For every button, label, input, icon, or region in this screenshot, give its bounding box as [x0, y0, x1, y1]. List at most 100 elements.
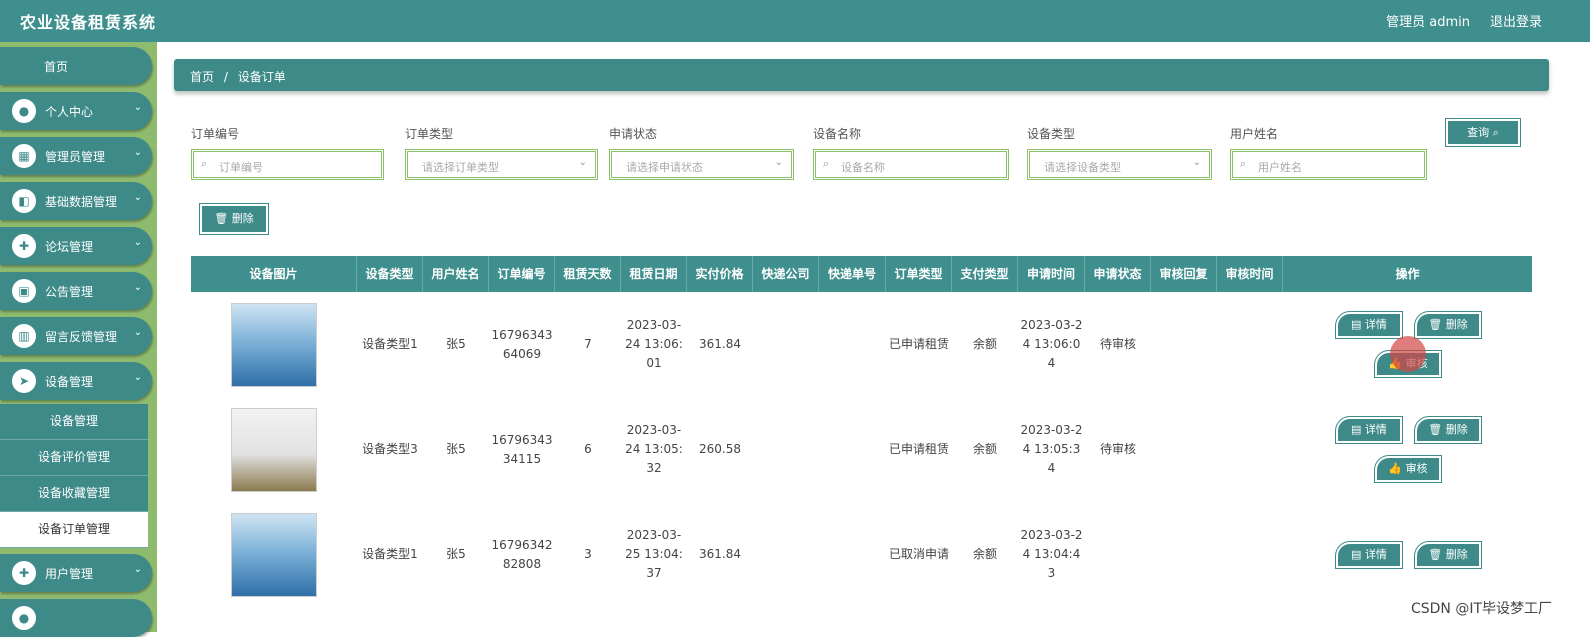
column-header: 订单类型 — [886, 256, 952, 292]
sidebar-item-admins[interactable]: ▦ 管理员管理 ⌄ — [0, 137, 152, 175]
sidebar-item-basic-data[interactable]: ◧ 基础数据管理 ⌄ — [0, 182, 152, 220]
sidebar-sub-item-favorites[interactable]: 设备收藏管理 — [0, 476, 148, 512]
cell-reply — [1151, 397, 1217, 502]
cell-order-no: 1679634364069 — [491, 327, 553, 361]
chevron-down-icon: ⌄ — [133, 372, 142, 383]
sidebar-item-feedback[interactable]: ▥ 留言反馈管理 ⌄ — [0, 317, 152, 355]
chevron-down-icon: ⌄ — [578, 157, 587, 168]
delete-button[interactable]: 🗑 删除 — [1414, 311, 1482, 339]
cell-express — [753, 397, 819, 502]
cell-user: 张5 — [446, 337, 466, 351]
column-header: 审核回复 — [1151, 256, 1217, 292]
equipment-type-select[interactable]: 请选择设备类型 ⌄ — [1027, 149, 1212, 180]
search-button[interactable]: 查询 ⌕ — [1445, 118, 1521, 147]
sidebar-sub-item-equipment[interactable]: 设备管理 — [0, 404, 148, 440]
cell-days: 7 — [584, 337, 592, 351]
chart-icon: ▥ — [12, 324, 36, 348]
cell-price: 361.84 — [699, 547, 741, 561]
detail-button[interactable]: ▤ 详情 — [1335, 541, 1403, 569]
order-type-select[interactable]: 请选择订单类型 ⌄ — [405, 149, 598, 180]
thumbs-up-icon: 👍 — [1388, 462, 1406, 475]
column-header: 申请状态 — [1085, 256, 1151, 292]
cell-reply — [1151, 502, 1217, 607]
sidebar-sub-item-reviews[interactable]: 设备评价管理 — [0, 440, 148, 476]
search-icon: ⌕ — [201, 157, 208, 170]
equipment-photo — [231, 512, 317, 597]
delete-button[interactable]: 🗑 删除 — [1414, 541, 1482, 569]
user-icon: ● — [12, 606, 36, 630]
document-icon: ▤ — [1351, 423, 1365, 436]
cell-order-type: 已申请租赁 — [888, 337, 949, 351]
breadcrumb-home[interactable]: 首页 — [190, 70, 214, 84]
column-header: 设备类型 — [357, 256, 423, 292]
cell-pay: 余额 — [972, 337, 997, 351]
cell-type: 设备类型1 — [362, 547, 418, 561]
sidebar-item-profile[interactable]: ● 个人中心 ⌄ — [0, 92, 152, 130]
user-name-input[interactable]: ⌕ 用户姓名 — [1230, 149, 1427, 180]
cell-express — [753, 292, 819, 397]
apply-status-select[interactable]: 请选择申请状态 ⌄ — [609, 149, 794, 180]
filter-label-apply-status: 申请状态 — [609, 127, 658, 141]
apps-icon: ✚ — [12, 561, 36, 585]
cell-review-time — [1217, 292, 1283, 397]
sidebar-sub-item-orders[interactable]: 设备订单管理 — [0, 512, 148, 548]
sidebar-item-home[interactable]: 首页 — [0, 47, 152, 85]
sidebar-item-label: 管理员管理 — [45, 150, 106, 164]
sidebar-item-label: 用户管理 — [45, 567, 94, 581]
sidebar-item-equipment[interactable]: ➤ 设备管理 ⌄ — [0, 362, 152, 400]
cell-user: 张5 — [446, 442, 466, 456]
cell-type: 设备类型1 — [362, 337, 418, 351]
trash-icon: 🗑 — [1428, 318, 1446, 331]
cell-status: 待审核 — [1099, 337, 1136, 351]
detail-button[interactable]: ▤ 详情 — [1335, 311, 1403, 339]
mouse-cursor-highlight — [1390, 336, 1426, 372]
trash-icon: 🗑 — [214, 212, 229, 225]
column-header: 实付价格 — [687, 256, 753, 292]
chevron-down-icon: ⌄ — [133, 192, 142, 203]
equipment-name-input[interactable]: ⌕ 设备名称 — [813, 149, 1009, 180]
cell-express-no — [819, 502, 886, 607]
equipment-photo — [231, 407, 317, 492]
sidebar-item-forum[interactable]: ✚ 论坛管理 ⌄ — [0, 227, 152, 265]
batch-delete-button[interactable]: 🗑 删除 — [199, 203, 269, 235]
grid-icon: ▦ — [12, 144, 36, 168]
logout-link[interactable]: 退出登录 — [1490, 11, 1542, 30]
user-icon: ● — [12, 99, 36, 123]
chevron-down-icon: ⌄ — [1192, 157, 1201, 168]
cell-price: 260.58 — [699, 442, 741, 456]
orders-table: 设备图片 设备类型 用户姓名 订单编号 租赁天数 租赁日期 实付价格 快递公司 … — [191, 256, 1532, 632]
sidebar-item-more[interactable]: ● — [0, 599, 152, 637]
cell-days: 6 — [584, 442, 592, 456]
column-header: 用户姓名 — [423, 256, 489, 292]
chevron-down-icon: ⌄ — [133, 282, 142, 293]
app-title: 农业设备租赁系统 — [20, 13, 157, 32]
sidebar-item-notice[interactable]: ▣ 公告管理 ⌄ — [0, 272, 152, 310]
column-header: 租赁日期 — [621, 256, 687, 292]
admin-label: 管理员 admin — [1386, 15, 1470, 30]
cell-review-time — [1217, 397, 1283, 502]
column-header: 审核时间 — [1217, 256, 1283, 292]
cell-status: 待审核 — [1099, 442, 1136, 456]
chevron-down-icon: ⌄ — [774, 157, 783, 168]
sidebar-item-label: 设备管理 — [45, 375, 94, 389]
breadcrumb: 首页 / 设备订单 — [174, 59, 1549, 91]
search-icon: ⌕ — [1240, 157, 1247, 170]
column-header: 快递公司 — [753, 256, 819, 292]
sidebar-item-label: 公告管理 — [45, 285, 94, 299]
chevron-down-icon: ⌄ — [133, 147, 142, 158]
sidebar-item-label: 论坛管理 — [45, 240, 94, 254]
document-icon: ▤ — [1351, 548, 1365, 561]
sidebar-item-users[interactable]: ✚ 用户管理 ⌄ — [0, 554, 152, 592]
sidebar: 首页 ● 个人中心 ⌄ ▦ 管理员管理 ⌄ ◧ 基础数据管理 ⌄ ✚ 论坛管理 … — [0, 42, 157, 637]
table-row: 设备类型1 张5 1679634282808 3 2023-03-25 13:0… — [191, 502, 1532, 607]
cell-express — [753, 502, 819, 607]
chevron-down-icon: ⌄ — [133, 102, 142, 113]
detail-button[interactable]: ▤ 详情 — [1335, 416, 1403, 444]
delete-button[interactable]: 🗑 删除 — [1414, 416, 1482, 444]
column-header: 操作 — [1395, 267, 1420, 281]
table-row: 设备类型3 张5 1679634334115 6 2023-03-24 13:0… — [191, 397, 1532, 502]
order-no-input[interactable]: ⌕ 订单编号 — [191, 149, 384, 180]
sidebar-item-label: 留言反馈管理 — [45, 330, 118, 344]
review-button[interactable]: 👍 审核 — [1374, 455, 1442, 483]
wallet-icon: ◧ — [12, 189, 36, 213]
